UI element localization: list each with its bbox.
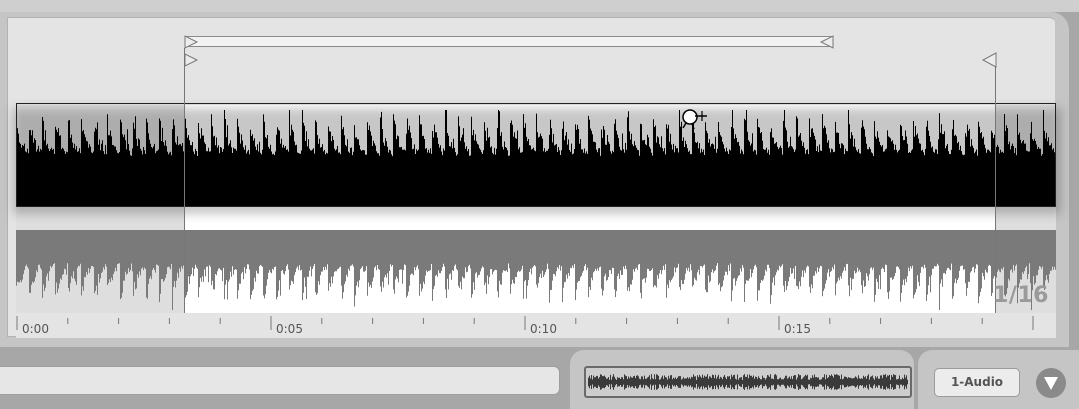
waveform-overview[interactable] [584,366,912,398]
track-button[interactable]: 1-Audio [934,368,1020,397]
triangle-down-icon [1044,377,1058,390]
timeline-label-5: 0:05 [276,322,303,336]
selection-box[interactable] [16,103,1056,207]
top-strip [0,0,1079,12]
dropdown-button[interactable] [1036,368,1066,398]
grid-label: 1/16 [993,283,1049,308]
lower-channel-waveform [16,230,1056,310]
overview-waveform-path [588,374,908,390]
zoom-cursor-icon [682,109,707,130]
loop-brace[interactable] [185,36,833,47]
timeline-label-15: 0:15 [784,322,811,336]
clip-name-field[interactable] [0,366,560,395]
overview-waveform [588,374,908,390]
timeline-label-0: 0:00 [22,322,49,336]
timeline-label-10: 0:10 [530,322,557,336]
